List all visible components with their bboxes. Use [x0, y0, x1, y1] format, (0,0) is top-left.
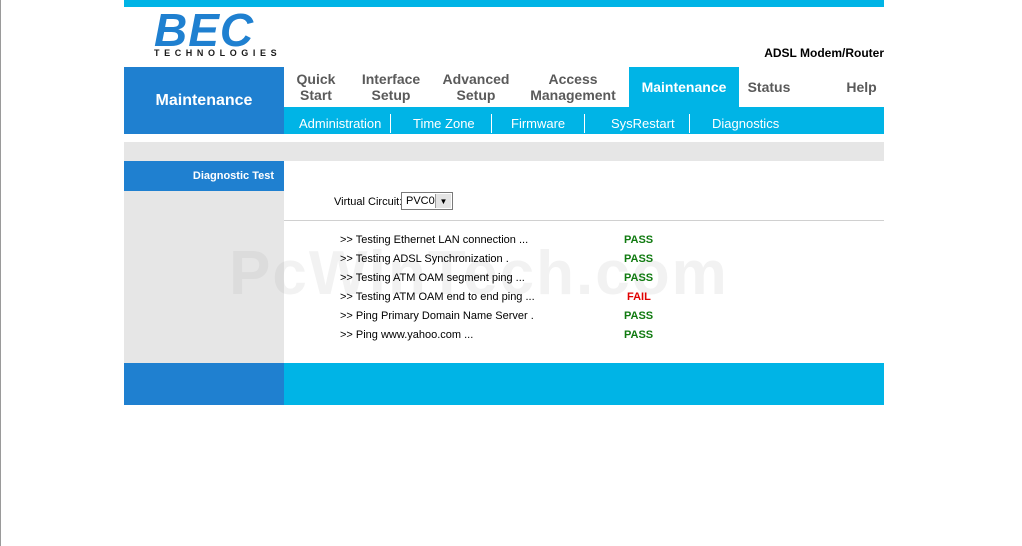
test-row-ping-dns: >> Ping Primary Domain Name Server . [340, 310, 534, 322]
subnav-diagnostics[interactable]: Diagnostics [712, 116, 779, 131]
section-title: Maintenance [124, 67, 284, 134]
test-row-oam-end-to-end: >> Testing ATM OAM end to end ping ... [340, 291, 535, 303]
tab-quick-start[interactable]: Quick Start [284, 67, 348, 107]
virtual-circuit-label: Virtual Circuit: [334, 196, 403, 208]
footer-right-panel [284, 363, 884, 405]
tab-status[interactable]: Status [739, 67, 799, 107]
tab-help[interactable]: Help [824, 67, 899, 107]
tab-interface-setup[interactable]: Interface Setup [348, 67, 434, 107]
subnav-separator [390, 114, 391, 133]
window-border [0, 0, 1, 546]
subnav-sysrestart[interactable]: SysRestart [611, 116, 675, 131]
dropdown-arrow-icon[interactable]: ▼ [435, 194, 451, 208]
test-row-oam-segment: >> Testing ATM OAM segment ping ... [340, 272, 525, 284]
sidebar-panel [124, 191, 284, 363]
footer-left-panel [124, 363, 284, 405]
subnav-administration[interactable]: Administration [299, 116, 381, 131]
test-row-ping-yahoo: >> Ping www.yahoo.com ... [340, 329, 474, 341]
result-oam-segment: PASS [624, 272, 654, 284]
subnav-firmware[interactable]: Firmware [511, 116, 565, 131]
logo-subtext: TECHNOLOGIES [154, 48, 282, 58]
test-row-ethernet: >> Testing Ethernet LAN connection ... [340, 234, 529, 246]
subnav-separator [491, 114, 492, 133]
virtual-circuit-select[interactable]: PVC0 ▼ [401, 192, 453, 210]
subnav-time-zone[interactable]: Time Zone [413, 116, 475, 131]
result-oam-end-to-end: FAIL [627, 291, 651, 303]
content-divider [284, 220, 884, 221]
result-adsl-sync: PASS [624, 253, 654, 265]
sidebar-heading-label: Diagnostic Test [192, 170, 274, 182]
virtual-circuit-value: PVC0 [406, 195, 435, 207]
result-ping-yahoo: PASS [624, 329, 654, 341]
subnav-separator [584, 114, 585, 133]
result-ethernet: PASS [624, 234, 654, 246]
tab-access-management[interactable]: Access Management [518, 67, 628, 107]
test-row-adsl-sync: >> Testing ADSL Synchronization . [340, 253, 509, 265]
content-header-bar [124, 142, 884, 161]
sidebar-heading: Diagnostic Test [124, 161, 284, 191]
product-name: ADSL Modem/Router [764, 46, 884, 60]
sub-navigation: Administration Time Zone Firmware SysRes… [284, 107, 884, 134]
tab-maintenance[interactable]: Maintenance [629, 67, 739, 107]
result-ping-dns: PASS [624, 310, 654, 322]
subnav-separator [689, 114, 690, 133]
main-tabs: Quick Start Interface Setup Advanced Set… [284, 67, 884, 107]
tab-advanced-setup[interactable]: Advanced Setup [434, 67, 518, 107]
